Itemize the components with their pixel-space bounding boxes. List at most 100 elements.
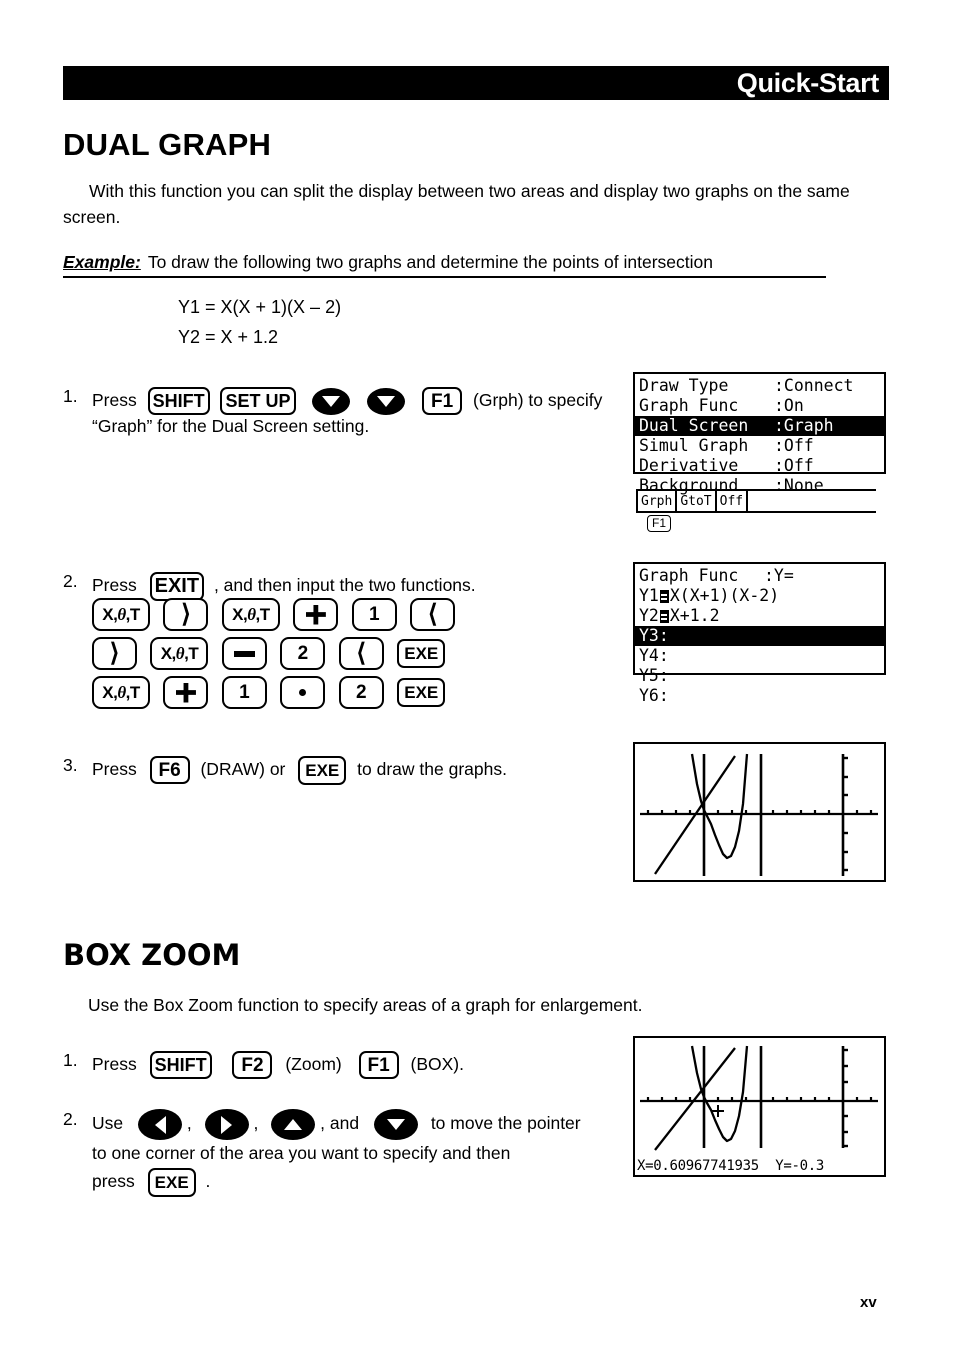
formula-y1: Y1 = X(X + 1)(X – 2) bbox=[178, 297, 342, 317]
lcd-screen-setup: Draw Type:Connect Graph Func:On Dual Scr… bbox=[633, 372, 886, 495]
key-decimal-point[interactable] bbox=[280, 676, 326, 709]
lcd-screen-graph-func: Graph Func:Y= Y1 X(X+1)(X-2) Y2 X+1.2 Y3: … bbox=[633, 562, 886, 705]
lcd-setup-row: Graph Func:On bbox=[635, 396, 884, 416]
box-zoom-graph-svg bbox=[640, 1045, 878, 1151]
lcd-func-row-name: Y3 bbox=[639, 626, 659, 645]
section-heading-box-zoom: BOX ZOOM bbox=[63, 938, 241, 972]
key-f1[interactable]: F1 bbox=[422, 387, 463, 416]
key-right-paren[interactable]: ⟨ bbox=[338, 637, 384, 670]
key-shift[interactable]: SHIFT bbox=[149, 1051, 212, 1080]
key-2[interactable]: 2 bbox=[280, 637, 326, 670]
lcd-func-row: Y2 X+1.2 bbox=[635, 606, 884, 626]
key-2[interactable]: 2 bbox=[338, 676, 384, 709]
key-plus[interactable] bbox=[293, 598, 339, 631]
key-left-arrow[interactable] bbox=[138, 1109, 182, 1140]
lcd-func-title: Graph Func:Y= bbox=[635, 566, 884, 586]
step-2-line-1: Press EXIT , and then input the two func… bbox=[92, 571, 476, 601]
fkey-menu-grph[interactable]: Grph bbox=[636, 491, 678, 511]
key-1[interactable]: 1 bbox=[221, 676, 267, 709]
lcd-func-row-expr: X+1.2 bbox=[669, 606, 720, 625]
lcd-setup-label: Dual Screen bbox=[639, 416, 749, 435]
box-zoom-intro-paragraph: Use the Box Zoom function to specify are… bbox=[88, 995, 643, 1015]
step-1-press-label: Press bbox=[92, 390, 137, 410]
chevron-right-icon bbox=[221, 1115, 233, 1134]
pointer-coordinate-readout: X=0.60967741935 Y=-0.3 bbox=[637, 1158, 824, 1174]
lcd-setup-value: :Off bbox=[774, 456, 814, 475]
boxzoom-step-2-number: 2. bbox=[63, 1109, 78, 1129]
key-f2[interactable]: F2 bbox=[232, 1051, 273, 1080]
key-f6[interactable]: F6 bbox=[149, 756, 190, 785]
key-f1[interactable]: F1 bbox=[358, 1051, 399, 1080]
lcd-func-row-highlighted: Y3: bbox=[635, 626, 884, 646]
key-x-theta-t[interactable]: X, θ ,T bbox=[221, 598, 280, 631]
example-line: Example: To draw the following two graphs… bbox=[63, 252, 826, 278]
lcd-func-row: Y4: bbox=[635, 646, 884, 666]
key-right-paren[interactable]: ⟨ bbox=[410, 598, 456, 631]
key-x-theta-t[interactable]: X, θ ,T bbox=[92, 598, 150, 631]
key-plus[interactable] bbox=[163, 676, 209, 709]
step-3-press-label: Press bbox=[92, 759, 137, 779]
lcd-func-row-expr: X(X+1)(X-2) bbox=[669, 586, 780, 605]
minus-icon bbox=[233, 650, 255, 657]
lcd-func-row: Y6: bbox=[635, 686, 884, 706]
key-left-paren[interactable]: ⟩ bbox=[163, 598, 209, 631]
lcd-func-row-name: Y5 bbox=[639, 666, 659, 685]
step-3-line: Press F6 (DRAW) or EXE to draw the graph… bbox=[92, 755, 507, 785]
lcd-setup-value: :Off bbox=[774, 436, 814, 455]
key-x-theta-t[interactable]: X, θ ,T bbox=[92, 676, 150, 709]
plus-icon bbox=[175, 682, 196, 703]
lcd-setup-value: :On bbox=[774, 396, 804, 415]
lcd-func-title-label: Graph Func bbox=[639, 566, 739, 585]
fkey-badge-f1: F1 bbox=[647, 515, 672, 533]
lcd-setup-value: :Graph bbox=[774, 416, 834, 435]
lcd-setup-label: Simul Graph bbox=[639, 436, 749, 455]
lcd-func-row-sep: : bbox=[658, 646, 669, 665]
key-down-arrow-1[interactable] bbox=[312, 387, 351, 415]
key-minus[interactable] bbox=[221, 637, 267, 670]
fkey-menu-gtot[interactable]: GtoT bbox=[677, 491, 717, 511]
example-label: Example: bbox=[63, 252, 141, 272]
key-down-arrow-2[interactable] bbox=[367, 387, 406, 415]
lcd-setup-row: Derivative :Off bbox=[635, 456, 884, 476]
lcd-func-row: Y5: bbox=[635, 666, 884, 686]
boxzoom-step-2-sep-1: , bbox=[186, 1113, 192, 1134]
section-heading-dual-graph: DUAL GRAPH bbox=[63, 127, 272, 162]
boxzoom-step-2-press-label: press bbox=[92, 1171, 135, 1191]
boxzoom-step-1-mid: (Zoom) bbox=[285, 1054, 342, 1074]
lcd-func-row-name: Y4 bbox=[639, 646, 659, 665]
key-exe[interactable]: EXE bbox=[397, 678, 446, 707]
key-exit[interactable]: EXIT bbox=[149, 571, 205, 601]
lcd-setup-row: Simul Graph :Off bbox=[635, 436, 884, 456]
step-1-number: 1. bbox=[63, 386, 78, 406]
example-text: To draw the following two graphs and det… bbox=[147, 252, 713, 272]
key-right-arrow[interactable] bbox=[204, 1109, 249, 1140]
fkey-menu-off[interactable]: Off bbox=[717, 491, 749, 511]
boxzoom-step-2-after-arrows: to move the pointer bbox=[430, 1113, 581, 1134]
key-exe[interactable]: EXE bbox=[147, 1167, 196, 1197]
function-key-menu-strip: Grph GtoT Off bbox=[636, 489, 876, 513]
boxzoom-step-1-after: (BOX). bbox=[410, 1054, 464, 1074]
key-1[interactable]: 1 bbox=[351, 598, 397, 631]
lcd-setup-row: Draw Type:Connect bbox=[635, 376, 884, 396]
lcd-setup-label: Derivative bbox=[639, 456, 739, 475]
key-down-arrow[interactable] bbox=[373, 1109, 418, 1140]
page-number: xv bbox=[860, 1294, 877, 1311]
step-1-after-keys: (Grph) to specify bbox=[473, 390, 603, 410]
step-2-press-label: Press bbox=[92, 575, 137, 595]
lcd-screen-dual-graph-plot bbox=[633, 742, 886, 882]
key-sequence-row-1: X, θ ,T ⟩ X, θ ,T 1 ⟨ bbox=[92, 598, 464, 631]
key-exe[interactable]: EXE bbox=[298, 755, 347, 785]
key-up-arrow[interactable] bbox=[271, 1109, 316, 1140]
key-exe[interactable]: EXE bbox=[397, 639, 446, 668]
chevron-down-icon bbox=[322, 395, 341, 407]
step-3-number: 3. bbox=[63, 755, 78, 775]
boxzoom-step-2-line-3-after: . bbox=[205, 1171, 211, 1191]
chevron-down-icon bbox=[377, 395, 396, 407]
key-left-paren[interactable]: ⟩ bbox=[92, 637, 137, 670]
dual-graph-intro-paragraph: With this function you can split the dis… bbox=[63, 181, 850, 227]
key-sequence-row-3: X, θ ,T 1 2 EXE bbox=[92, 676, 454, 709]
step-1-line-1: Press SHIFT SET UP F1 (Grph) to specify bbox=[92, 386, 603, 416]
boxzoom-step-2-sep-2: , bbox=[253, 1113, 259, 1134]
key-sequence-row-2: ⟩ X, θ ,T 2 ⟨ EXE bbox=[92, 637, 454, 670]
key-x-theta-t[interactable]: X, θ ,T bbox=[150, 637, 209, 670]
